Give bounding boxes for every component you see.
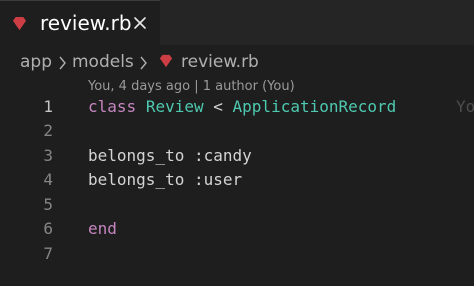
code-base-class: ApplicationRecord — [232, 97, 397, 116]
line-number: 1 — [43, 97, 53, 116]
code-text: belongs_to :user — [88, 170, 243, 189]
breadcrumb-item-models[interactable]: models — [72, 51, 134, 73]
line-number: 7 — [43, 244, 53, 263]
ruby-icon — [159, 54, 173, 68]
ruby-icon — [12, 16, 27, 31]
close-icon[interactable] — [132, 15, 148, 31]
code-line[interactable]: belongs_to :candy — [88, 146, 252, 166]
code-line[interactable]: end — [88, 219, 117, 239]
code-line[interactable]: class Review < ApplicationRecord — [88, 97, 396, 117]
codelens-blame[interactable]: You, 4 days ago | 1 author (You) — [88, 79, 295, 95]
line-number: 6 — [43, 219, 53, 238]
tab-bar: review.rb — [0, 0, 474, 45]
tab-review-rb[interactable]: review.rb — [0, 0, 160, 45]
tab-label: review.rb — [40, 11, 132, 35]
breadcrumb: app models review.rb — [0, 45, 474, 79]
line-number: 3 — [43, 146, 53, 165]
code-operator: < — [213, 97, 223, 116]
chevron-right-icon — [140, 56, 147, 70]
line-number: 4 — [43, 170, 53, 189]
code-class-name: Review — [145, 97, 204, 116]
code-line[interactable]: belongs_to :user — [88, 170, 242, 190]
chevron-right-icon — [59, 56, 66, 70]
line-number: 2 — [43, 121, 53, 140]
line-number: 5 — [43, 195, 53, 214]
code-keyword: class — [88, 97, 137, 116]
code-keyword: end — [88, 219, 117, 238]
breadcrumb-item-app[interactable]: app — [20, 51, 52, 73]
code-text: belongs_to :candy — [88, 146, 252, 165]
inline-blame-annotation: Yo — [456, 97, 474, 116]
breadcrumb-item-review-rb[interactable]: review.rb — [181, 51, 259, 73]
